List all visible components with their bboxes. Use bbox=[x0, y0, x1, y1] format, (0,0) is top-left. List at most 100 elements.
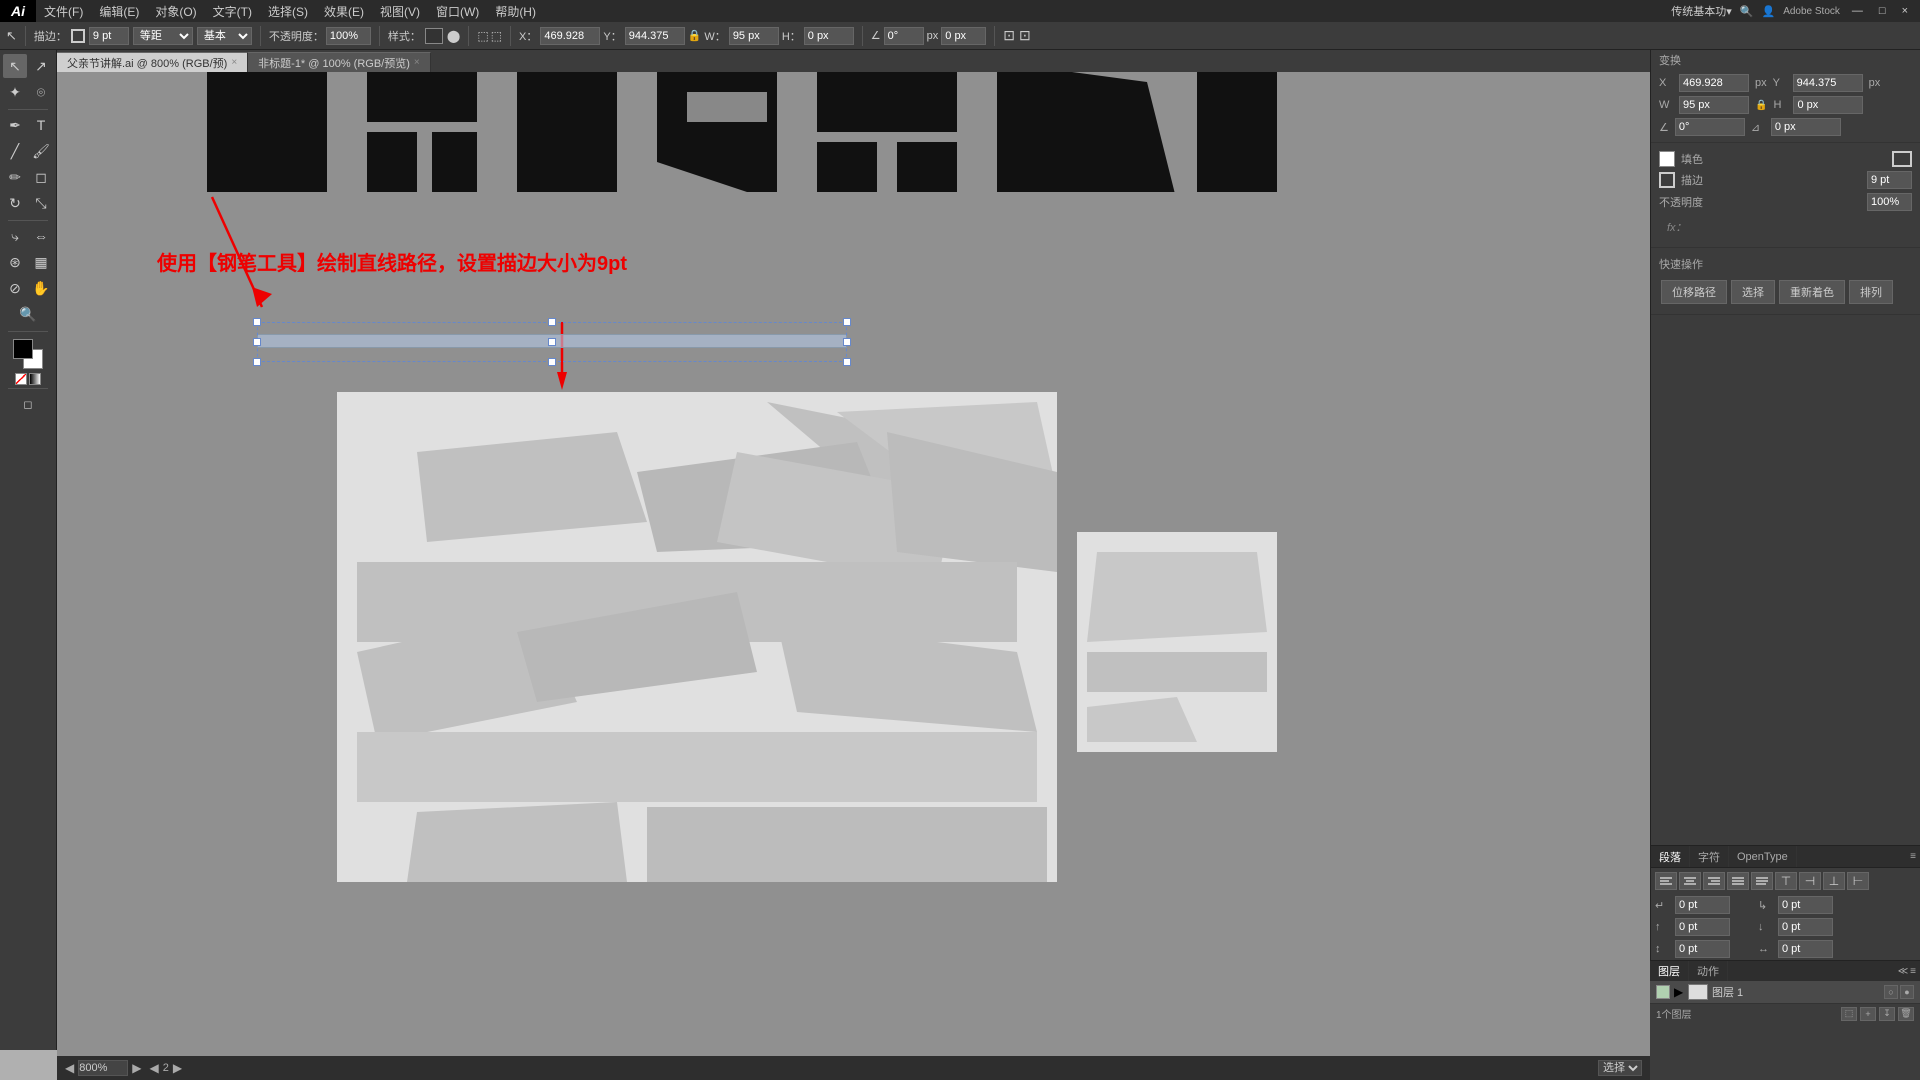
tab-secondary-close[interactable]: × bbox=[414, 57, 420, 68]
menu-effect[interactable]: 效果(E) bbox=[316, 1, 372, 22]
indent-left-input[interactable] bbox=[1675, 896, 1730, 914]
anchor-point-left[interactable] bbox=[253, 338, 261, 346]
next-page-btn[interactable]: ▶ bbox=[132, 1061, 141, 1075]
menu-help[interactable]: 帮助(H) bbox=[487, 1, 544, 22]
path-offset-btn[interactable]: 位移路径 bbox=[1661, 280, 1727, 304]
hand-tool[interactable]: ✋ bbox=[29, 276, 53, 300]
lock-wh-icon[interactable]: 🔒 bbox=[1755, 100, 1767, 111]
column-graph-tool[interactable]: ▦ bbox=[29, 250, 53, 274]
anchor-point-right[interactable] bbox=[843, 338, 851, 346]
stroke-style-select[interactable]: 等距 bbox=[133, 27, 193, 45]
search-icon[interactable]: 🔍 bbox=[1740, 5, 1754, 18]
artboard-next-btn[interactable]: ▶ bbox=[173, 1061, 182, 1075]
anchor-point-tr[interactable] bbox=[843, 318, 851, 326]
layer-tab-layers[interactable]: 图层 bbox=[1650, 961, 1689, 981]
opacity-rpanel[interactable] bbox=[1867, 193, 1912, 211]
screen-mode-tool[interactable]: ◻ bbox=[16, 392, 40, 416]
selection-tool[interactable]: ↖ bbox=[3, 54, 27, 78]
menu-object[interactable]: 对象(O) bbox=[147, 1, 204, 22]
align1-icon[interactable]: ⊡ bbox=[1003, 27, 1015, 44]
line-tool[interactable]: ╱ bbox=[3, 139, 27, 163]
stroke-profile-select[interactable]: 基本 bbox=[197, 27, 252, 45]
rotate-tool[interactable]: ↻ bbox=[3, 191, 27, 215]
tab-secondary[interactable]: 非标题-1* @ 100% (RGB/预览) × bbox=[248, 52, 431, 72]
transform-shear-input[interactable] bbox=[1771, 118, 1841, 136]
anchor-point-bl[interactable] bbox=[253, 358, 261, 366]
transform-angle-input[interactable] bbox=[1675, 118, 1745, 136]
layer-row-1[interactable]: ▶ 图层 1 ○ ● bbox=[1650, 981, 1920, 1004]
lasso-tool[interactable]: ⌾ bbox=[29, 80, 53, 104]
align-left-btn[interactable] bbox=[1655, 872, 1677, 890]
align2-icon[interactable]: ⊡ bbox=[1019, 27, 1031, 44]
layer-tab-actions[interactable]: 动作 bbox=[1689, 961, 1728, 981]
panel-options-icon[interactable]: ≡ bbox=[1906, 846, 1920, 867]
fill-color-box[interactable] bbox=[1892, 151, 1912, 167]
gradient-swatch[interactable] bbox=[29, 373, 41, 385]
create-new-layer-btn[interactable]: + bbox=[1860, 1007, 1876, 1021]
menu-window[interactable]: 窗口(W) bbox=[428, 1, 487, 22]
anchor-point-bottom-center[interactable] bbox=[548, 358, 556, 366]
delete-layer-btn[interactable]: 🗑 bbox=[1898, 1007, 1914, 1021]
align-justify-btn[interactable] bbox=[1727, 872, 1749, 890]
space-row-input[interactable] bbox=[1675, 940, 1730, 958]
scale-tool[interactable]: ⤡ bbox=[29, 191, 53, 215]
align-middle-btn[interactable]: ⊣ bbox=[1799, 872, 1821, 890]
transform-h-input[interactable] bbox=[1793, 96, 1863, 114]
layer-panel-expand[interactable]: ≪ bbox=[1898, 966, 1908, 977]
w-input[interactable] bbox=[729, 27, 779, 45]
prev-page-btn[interactable]: ◀ bbox=[65, 1061, 74, 1075]
new-sub-layer-btn[interactable]: ⬚ bbox=[1841, 1007, 1857, 1021]
layer-expand-arrow[interactable]: ▶ bbox=[1674, 985, 1684, 999]
transform-x-input[interactable] bbox=[1679, 74, 1749, 92]
tab-main-close[interactable]: × bbox=[231, 57, 237, 68]
x-coord-input[interactable] bbox=[540, 27, 600, 45]
symbol-sprayer-tool[interactable]: ⊛ bbox=[3, 250, 27, 274]
layer-eye-btn[interactable]: ● bbox=[1900, 985, 1914, 999]
opacity-input[interactable] bbox=[326, 27, 371, 45]
align-btn[interactable]: 排列 bbox=[1849, 280, 1893, 304]
brush-tool[interactable]: 🖌 bbox=[29, 139, 53, 163]
envelope1-icon[interactable]: ⬚ bbox=[477, 29, 488, 43]
pencil-tool[interactable]: ✏ bbox=[3, 165, 27, 189]
select-btn[interactable]: 选择 bbox=[1731, 280, 1775, 304]
warp-tool[interactable]: ⤷ bbox=[3, 224, 27, 248]
canvas-area[interactable]: 使用【钢笔工具】绘制直线路径，设置描边大小为9pt bbox=[57, 72, 1650, 1056]
width-tool[interactable]: ⇔ bbox=[29, 224, 53, 248]
magic-wand-tool[interactable]: ✦ bbox=[3, 80, 27, 104]
eraser-tool[interactable]: ◻ bbox=[29, 165, 53, 189]
user-icon[interactable]: 👤 bbox=[1761, 5, 1775, 18]
window-minimize[interactable]: — bbox=[1848, 5, 1867, 17]
move-to-layer-btn[interactable]: ↧ bbox=[1879, 1007, 1895, 1021]
recolor-btn[interactable]: 重新着色 bbox=[1779, 280, 1845, 304]
slice-tool[interactable]: ⊘ bbox=[3, 276, 27, 300]
anchor-point-br[interactable] bbox=[843, 358, 851, 366]
tab-character[interactable]: 字符 bbox=[1690, 846, 1729, 867]
tab-main[interactable]: 父亲节讲解.ai @ 800% (RGB/预) × bbox=[57, 52, 248, 72]
lock-proportions-icon[interactable]: 🔒 bbox=[688, 29, 702, 42]
layer-lock-btn[interactable]: ○ bbox=[1884, 985, 1898, 999]
style-swatch[interactable] bbox=[425, 28, 443, 44]
menu-file[interactable]: 文件(F) bbox=[36, 1, 91, 22]
zoom-input[interactable] bbox=[78, 1060, 128, 1076]
transform-y-input[interactable] bbox=[1793, 74, 1863, 92]
align-top-btn[interactable]: ⊤ bbox=[1775, 872, 1797, 890]
menu-view[interactable]: 视图(V) bbox=[372, 1, 428, 22]
align-bottom-btn[interactable]: ⊥ bbox=[1823, 872, 1845, 890]
space-after-input[interactable] bbox=[1778, 918, 1833, 936]
zoom-tool[interactable]: 🔍 bbox=[16, 302, 40, 326]
h-input[interactable] bbox=[804, 27, 854, 45]
selected-path-element[interactable] bbox=[257, 322, 847, 362]
none-swatch[interactable] bbox=[15, 373, 27, 385]
direct-selection-tool[interactable]: ↗ bbox=[29, 54, 53, 78]
menu-text[interactable]: 文字(T) bbox=[205, 1, 260, 22]
align-vertical-btn[interactable]: ⊢ bbox=[1847, 872, 1869, 890]
angle-input[interactable] bbox=[884, 27, 924, 45]
space-col-input[interactable] bbox=[1778, 940, 1833, 958]
indent-right-input[interactable] bbox=[1778, 896, 1833, 914]
layer-visibility-toggle[interactable] bbox=[1656, 985, 1670, 999]
pen-tool[interactable]: ✒ bbox=[3, 113, 27, 137]
status-tool-select[interactable]: 选择 bbox=[1598, 1060, 1642, 1076]
tab-paragraph[interactable]: 段落 bbox=[1651, 846, 1690, 867]
fill-stroke-swatch[interactable] bbox=[13, 339, 43, 369]
y-coord-input[interactable] bbox=[625, 27, 685, 45]
